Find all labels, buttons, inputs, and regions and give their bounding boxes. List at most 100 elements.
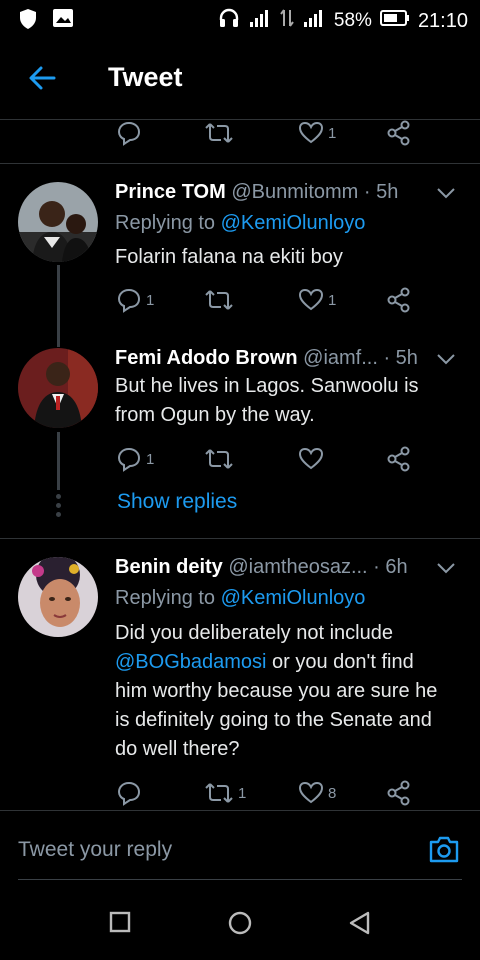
reply-icon [117, 121, 141, 146]
retweet-icon [205, 123, 233, 143]
heart-icon [298, 288, 324, 311]
share-icon [387, 446, 410, 472]
signal-icon [248, 8, 272, 34]
author-handle[interactable]: @iamf... [303, 347, 378, 369]
camera-icon[interactable] [428, 834, 460, 869]
top-tweet-actions: 1 [116, 118, 436, 148]
retweet-button[interactable] [204, 444, 238, 474]
status-bar: 58% 21:10 [0, 0, 480, 38]
author-handle[interactable]: @iamtheosaz... [228, 556, 367, 578]
author-name[interactable]: Femi Adodo Brown [115, 347, 298, 369]
share-icon [387, 780, 410, 806]
mention-link[interactable]: @KemiOlunloyo [221, 587, 366, 609]
tweet-text-line: do well there? [115, 738, 240, 760]
tweet-time: · 5h [363, 181, 399, 203]
reply-button[interactable] [116, 118, 142, 148]
tweet-header: Benin deity @iamtheosaz... · 6h [115, 556, 456, 579]
reply-count: 1 [146, 450, 155, 468]
tweet-actions: 1 1 [116, 285, 436, 315]
reply-button[interactable]: 1 [116, 285, 154, 315]
mention-link[interactable]: @KemiOlunloyo [221, 212, 366, 234]
page-title: Tweet [108, 62, 183, 92]
chevron-down-icon[interactable] [436, 558, 456, 581]
avatar[interactable] [18, 348, 98, 428]
thread-line [57, 432, 60, 490]
reply-button[interactable]: 1 [116, 444, 154, 474]
reply-input[interactable]: Tweet your reply [18, 838, 172, 862]
recent-apps-icon[interactable] [108, 910, 132, 939]
tweet-text-line: from Ogun by the way. [115, 404, 315, 426]
retweet-icon [205, 290, 233, 310]
retweet-icon [205, 783, 233, 803]
tweet-text-line: is definitely going to the Senate and [115, 709, 432, 731]
reply-icon [117, 288, 141, 313]
like-button[interactable]: 1 [298, 285, 336, 315]
tweet-text-line: But he lives in Lagos. Sanwoolu is [115, 375, 419, 397]
home-icon[interactable] [227, 910, 253, 941]
share-button[interactable] [386, 285, 412, 315]
tweet-text: But he lives in Lagos. Sanwoolu is from … [115, 372, 460, 430]
divider [0, 163, 480, 164]
tweet-text-line: @BOGbadamosi or you don't find [115, 648, 460, 677]
like-count: 8 [328, 784, 337, 802]
replying-to: Replying to @KemiOlunloyo [115, 587, 365, 610]
heart-icon [298, 447, 324, 470]
retweet-button[interactable]: 1 [204, 778, 246, 808]
signal-icon-2 [302, 8, 326, 34]
tweet-actions: 1 [116, 444, 436, 474]
reply-count: 1 [146, 291, 155, 309]
replying-label: Replying to [115, 587, 216, 609]
gallery-icon [52, 8, 74, 35]
header: Tweet [0, 38, 480, 120]
system-nav-bar [0, 890, 480, 960]
chevron-down-icon[interactable] [436, 349, 456, 372]
tweet-text: Folarin falana na ekiti boy [115, 246, 343, 268]
tweet-text: Did you deliberately not include @BOGbad… [115, 619, 460, 764]
retweet-button[interactable] [204, 118, 234, 148]
tweet-header: Prince TOM @Bunmitomm · 5h [115, 181, 456, 204]
retweet-icon [205, 449, 233, 469]
like-button[interactable]: 8 [298, 778, 336, 808]
shield-icon [18, 8, 38, 35]
share-button[interactable] [386, 444, 412, 474]
data-transfer-icon [280, 8, 294, 34]
share-button[interactable] [386, 118, 412, 148]
retweet-count: 1 [238, 784, 247, 802]
avatar[interactable] [18, 182, 98, 262]
author-handle[interactable]: @Bunmitomm [231, 181, 358, 203]
tweet-time: · 5h [383, 347, 418, 369]
reply-icon [117, 447, 141, 472]
show-replies-link[interactable]: Show replies [117, 490, 237, 514]
tweet-time: · 6h [373, 556, 408, 578]
mention-link[interactable]: @BOGbadamosi [115, 651, 266, 673]
author-name[interactable]: Prince TOM [115, 181, 226, 203]
like-button[interactable] [298, 444, 328, 474]
back-icon[interactable] [348, 910, 372, 941]
battery-icon [379, 9, 410, 33]
reply-composer[interactable]: Tweet your reply [18, 820, 462, 880]
tweet-actions: 1 8 [116, 778, 436, 808]
heart-icon [298, 121, 324, 144]
author-name[interactable]: Benin deity [115, 556, 223, 578]
replying-label: Replying to [115, 212, 216, 234]
clock: 21:10 [417, 9, 468, 32]
divider [0, 810, 480, 811]
share-icon [387, 287, 410, 313]
chevron-down-icon[interactable] [436, 183, 456, 206]
share-button[interactable] [386, 778, 412, 808]
heart-icon [298, 781, 324, 804]
thread-line [57, 265, 60, 347]
back-arrow-icon[interactable] [26, 62, 58, 94]
reply-button[interactable] [116, 778, 146, 808]
like-button[interactable]: 1 [298, 118, 336, 148]
like-count: 1 [328, 124, 337, 142]
battery-percent: 58% [333, 10, 372, 31]
tweet-header: Femi Adodo Brown @iamf... · 5h [115, 347, 456, 370]
retweet-button[interactable] [204, 285, 238, 315]
avatar[interactable] [18, 557, 98, 637]
tweet-text-line: Did you deliberately not include [115, 622, 393, 644]
share-icon [387, 120, 410, 146]
tweet-text-fragment: or you don't find [266, 651, 414, 673]
replying-to: Replying to @KemiOlunloyo [115, 212, 365, 235]
divider [0, 538, 480, 539]
